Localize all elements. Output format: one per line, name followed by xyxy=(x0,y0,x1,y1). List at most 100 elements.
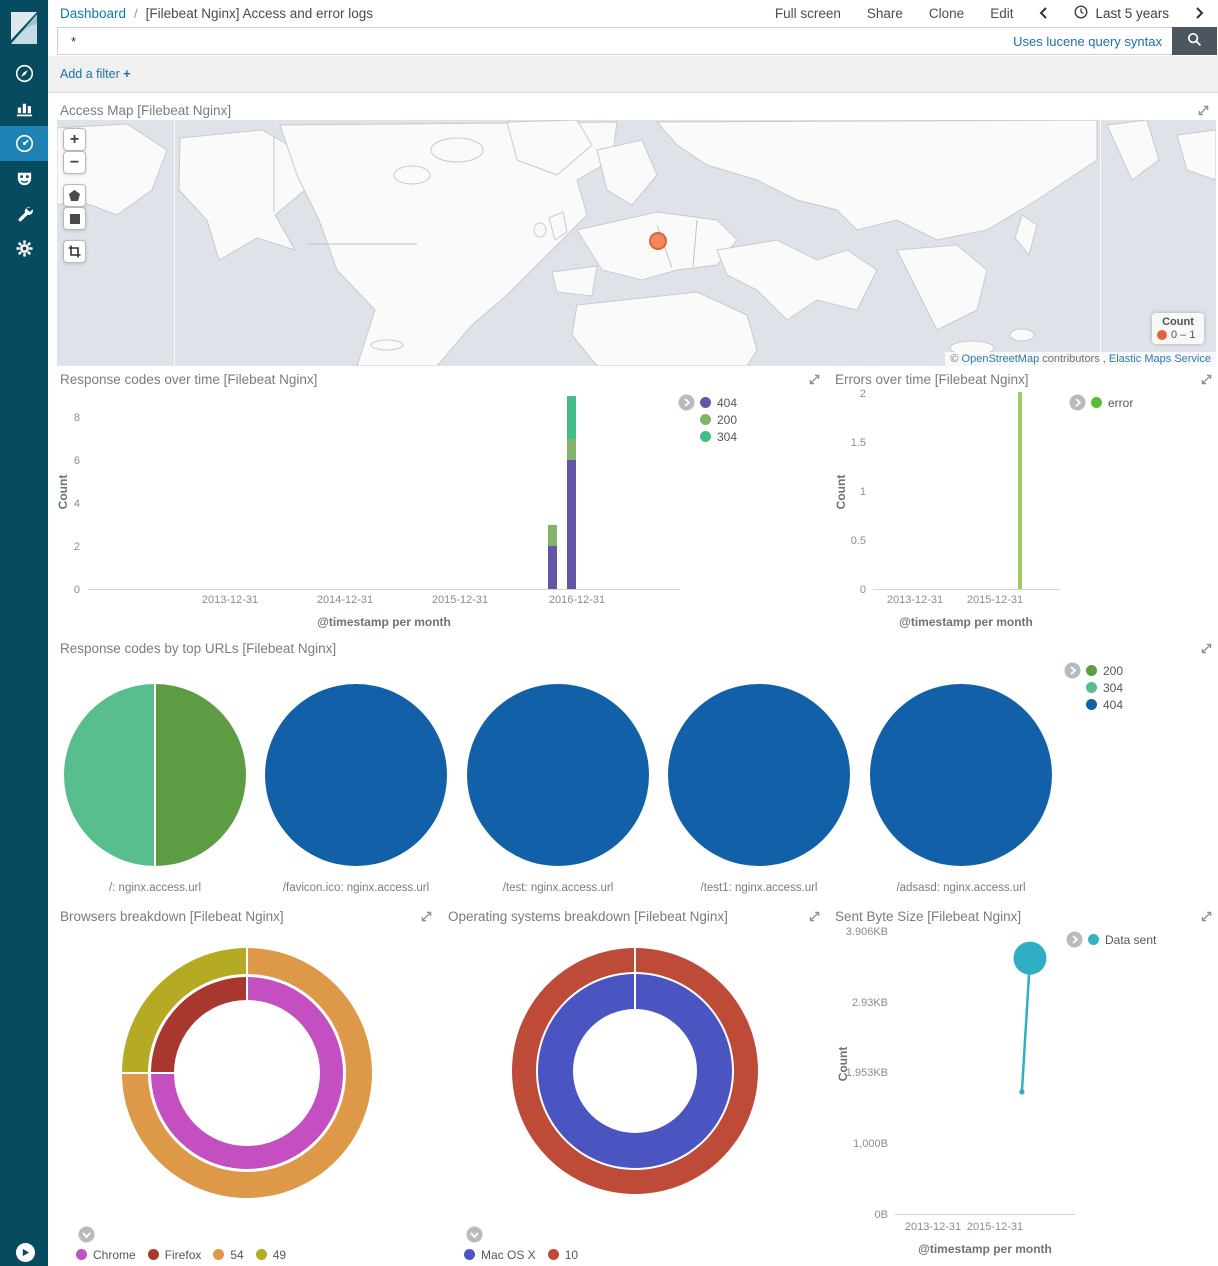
elastic-maps-service-link[interactable]: Elastic Maps Service xyxy=(1109,353,1211,365)
sidebar-item-discover[interactable] xyxy=(0,56,48,91)
legend-item[interactable]: 304 xyxy=(1086,679,1123,696)
response-codes-title: Response codes over time [Filebeat Nginx… xyxy=(60,372,317,387)
legend-item[interactable]: Chrome xyxy=(76,1246,136,1263)
access-map-expand-icon[interactable] xyxy=(1197,104,1210,117)
sidebar-item-dashboard[interactable] xyxy=(0,126,48,161)
map-crop-button[interactable] xyxy=(63,240,86,263)
gear-icon xyxy=(15,239,34,258)
ytick: 2.93KB xyxy=(828,997,888,1009)
legend-toggle-icon[interactable] xyxy=(78,1226,95,1243)
legend-swatch-icon xyxy=(256,1249,267,1260)
map-zoom-out-button[interactable]: − xyxy=(63,151,86,174)
legend-swatch-icon xyxy=(1091,397,1102,408)
legend-item[interactable]: 404 xyxy=(700,394,737,411)
legend-swatch-icon xyxy=(1088,934,1099,945)
legend-item[interactable]: Data sent xyxy=(1088,931,1156,948)
pie-chart-adsasd-url[interactable] xyxy=(870,684,1052,866)
legend-item[interactable]: 200 xyxy=(700,411,737,428)
legend-toggle-icon[interactable] xyxy=(466,1226,483,1243)
pie-chart-root-url[interactable] xyxy=(64,684,246,866)
ytick: 2 xyxy=(820,388,866,400)
browsers-expand-icon[interactable] xyxy=(420,910,433,923)
map-draw-rectangle-button[interactable] xyxy=(63,207,86,230)
sidebar-collapse-button[interactable] xyxy=(16,1243,35,1262)
compass-icon xyxy=(15,64,34,83)
response-codes-legend: 404 200 304 xyxy=(700,394,737,445)
search-button[interactable] xyxy=(1172,27,1217,55)
play-arrow-icon xyxy=(21,1244,30,1262)
clone-button[interactable]: Clone xyxy=(929,6,964,21)
ytick: 0.5 xyxy=(820,535,866,547)
full-screen-button[interactable]: Full screen xyxy=(775,6,841,21)
sidebar-item-devtools[interactable] xyxy=(0,196,48,231)
clock-icon xyxy=(1074,5,1088,22)
map-zoom-in-button[interactable]: + xyxy=(63,128,86,151)
lucene-syntax-link[interactable]: Uses lucene query syntax xyxy=(1013,34,1162,49)
pie-label: /: nginx.access.url xyxy=(45,882,265,894)
sidebar-item-timelion[interactable] xyxy=(0,161,48,196)
openstreetmap-link[interactable]: OpenStreetMap xyxy=(962,353,1040,365)
os-title: Operating systems breakdown [Filebeat Ng… xyxy=(448,909,728,924)
world-map-landmass xyxy=(57,120,1216,366)
errors-expand-icon[interactable] xyxy=(1200,373,1213,386)
share-button[interactable]: Share xyxy=(867,6,903,21)
legend-item[interactable]: 49 xyxy=(256,1246,286,1263)
legend-swatch-icon xyxy=(548,1249,559,1260)
legend-toggle-icon[interactable] xyxy=(678,394,695,411)
response-codes-bar-chart[interactable] xyxy=(88,393,680,590)
count-swatch-icon xyxy=(1157,330,1167,340)
legend-swatch-icon xyxy=(213,1249,224,1260)
time-picker[interactable]: Last 5 years xyxy=(1074,5,1169,22)
xtick: 2015-12-31 xyxy=(420,594,500,606)
sidebar-item-management[interactable] xyxy=(0,231,48,266)
response-codes-expand-icon[interactable] xyxy=(808,373,821,386)
legend-item[interactable]: 10 xyxy=(548,1246,578,1263)
legend-item[interactable]: 404 xyxy=(1086,696,1123,713)
legend-item[interactable]: Firefox xyxy=(148,1246,202,1263)
response-codes-xlabel: @timestamp per month xyxy=(284,615,484,629)
os-expand-icon[interactable] xyxy=(808,910,821,923)
errors-title: Errors over time [Filebeat Nginx] xyxy=(835,372,1029,387)
map-legend-title: Count xyxy=(1157,316,1199,328)
app-sidebar xyxy=(0,0,48,1266)
ytick: 3.906KB xyxy=(828,926,888,938)
legend-item[interactable]: Mac OS X xyxy=(464,1246,536,1263)
gauge-icon xyxy=(15,134,34,153)
legend-item[interactable]: 54 xyxy=(213,1246,243,1263)
browsers-donut-chart[interactable] xyxy=(122,948,372,1198)
xtick: 2014-12-31 xyxy=(305,594,385,606)
pie-chart-test1-url[interactable] xyxy=(668,684,850,866)
legend-swatch-icon xyxy=(76,1249,87,1260)
search-query-input[interactable] xyxy=(58,34,1013,49)
top-urls-title: Response codes by top URLs [Filebeat Ngi… xyxy=(60,641,336,656)
legend-item[interactable]: 200 xyxy=(1086,662,1123,679)
geo-point-marker[interactable] xyxy=(649,232,667,250)
legend-swatch-icon xyxy=(700,397,711,408)
world-map[interactable]: + − Count 0 – 1 © OpenStreetMap contribu… xyxy=(57,120,1216,366)
pie-label: /test: nginx.access.url xyxy=(448,882,668,894)
query-bar: Uses lucene query syntax xyxy=(48,27,1218,56)
errors-bar-chart[interactable] xyxy=(873,393,1060,590)
top-urls-expand-icon[interactable] xyxy=(1200,642,1213,655)
legend-toggle-icon[interactable] xyxy=(1066,931,1083,948)
map-draw-polygon-button[interactable] xyxy=(63,184,86,207)
legend-swatch-icon xyxy=(700,431,711,442)
edit-button[interactable]: Edit xyxy=(990,6,1013,21)
sent-bytes-title: Sent Byte Size [Filebeat Nginx] xyxy=(835,909,1021,924)
time-back-chevron-icon[interactable] xyxy=(1039,6,1048,22)
legend-item[interactable]: error xyxy=(1091,394,1133,411)
breadcrumb-dashboard-link[interactable]: Dashboard xyxy=(60,6,126,21)
sidebar-item-visualize[interactable] xyxy=(0,91,48,126)
sent-bytes-line-chart[interactable] xyxy=(895,932,1075,1215)
legend-item[interactable]: 304 xyxy=(700,428,737,445)
legend-toggle-icon[interactable] xyxy=(1064,662,1081,679)
time-forward-chevron-icon[interactable] xyxy=(1195,6,1204,22)
pie-chart-test-url[interactable] xyxy=(467,684,649,866)
add-filter-button[interactable]: Add a filter + xyxy=(60,67,131,81)
xtick: 2013-12-31 xyxy=(190,594,270,606)
kibana-logo[interactable] xyxy=(0,0,48,56)
pie-chart-favicon-url[interactable] xyxy=(265,684,447,866)
legend-toggle-icon[interactable] xyxy=(1069,394,1086,411)
os-donut-chart[interactable] xyxy=(512,948,758,1194)
sent-bytes-expand-icon[interactable] xyxy=(1200,910,1213,923)
